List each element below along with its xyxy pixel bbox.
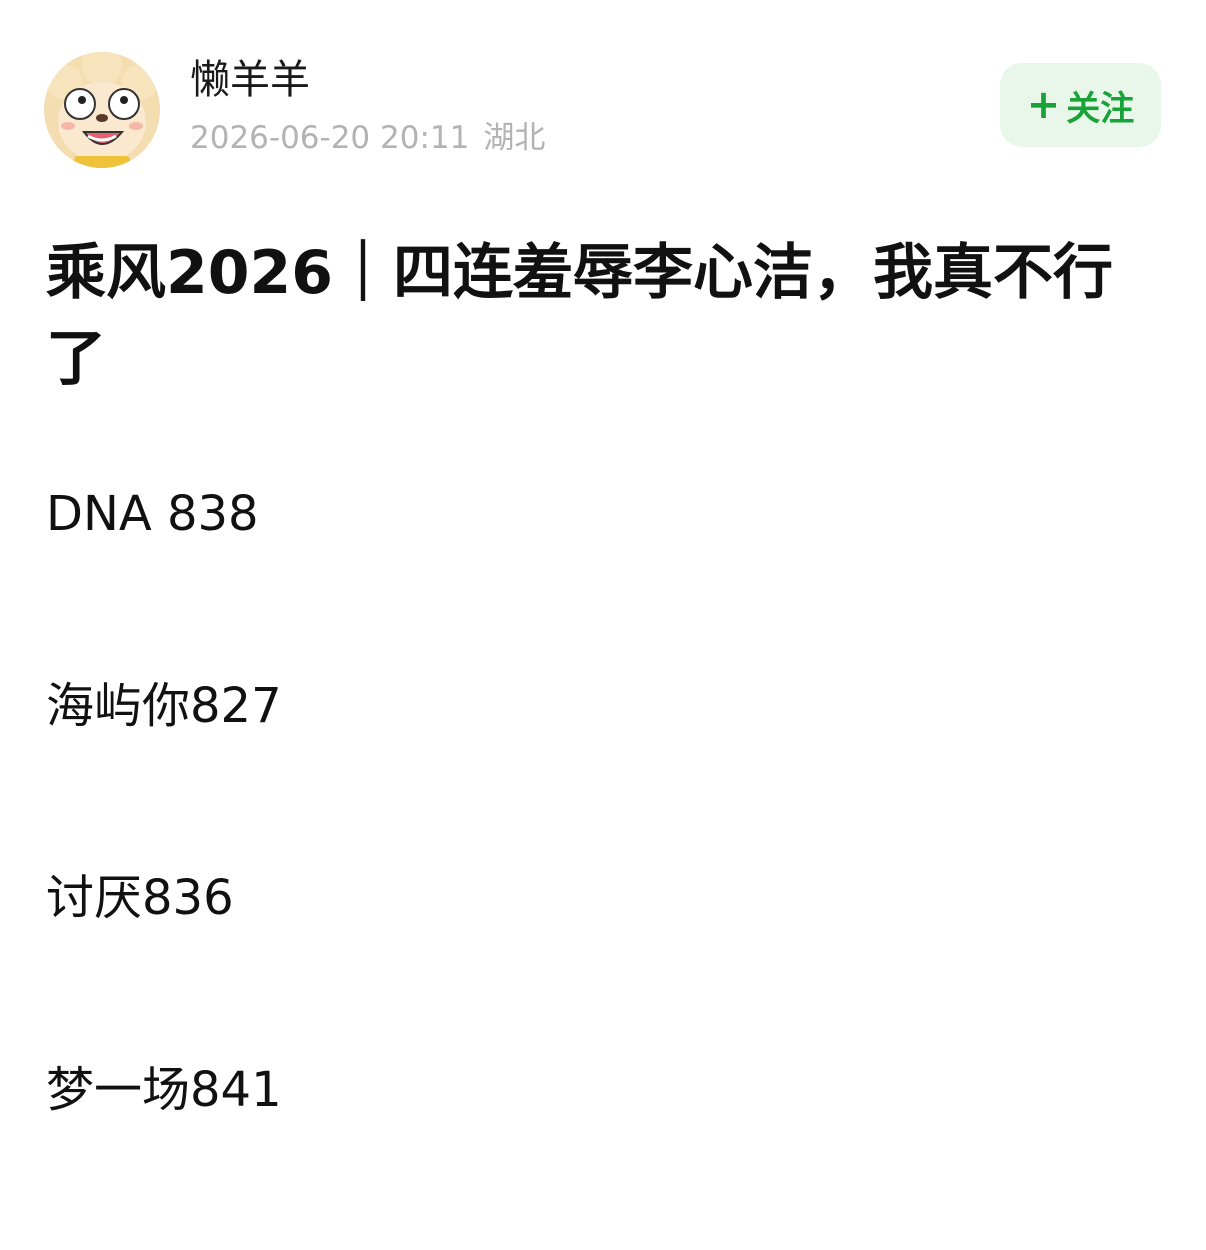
post-location: 湖北	[483, 120, 546, 156]
follow-label: 关注	[1066, 88, 1135, 129]
post-line: DNA 838	[46, 486, 259, 542]
post-line: 海屿你827	[46, 678, 282, 734]
post-title: 乘风2026｜四连羞辱李心洁，我真不行了	[46, 238, 1113, 394]
post-line: 梦一场841	[46, 1062, 282, 1118]
post-meta: 2026-06-20 20:11 湖北	[190, 118, 545, 158]
author-name[interactable]: 懒羊羊	[190, 56, 310, 104]
avatar[interactable]	[44, 52, 160, 168]
post-body: DNA 838 海屿你827 讨厌836 梦一场841	[46, 482, 1166, 1250]
post-line: 讨厌836	[46, 870, 234, 926]
plus-icon: +	[1026, 82, 1061, 128]
follow-button[interactable]: + 关注	[1000, 63, 1161, 147]
lazy-sheep-avatar-icon	[44, 52, 160, 168]
post-header: 懒羊羊 2026-06-20 20:11 湖北 + 关注	[0, 0, 1206, 180]
post-datetime: 2026-06-20 20:11	[190, 120, 470, 156]
